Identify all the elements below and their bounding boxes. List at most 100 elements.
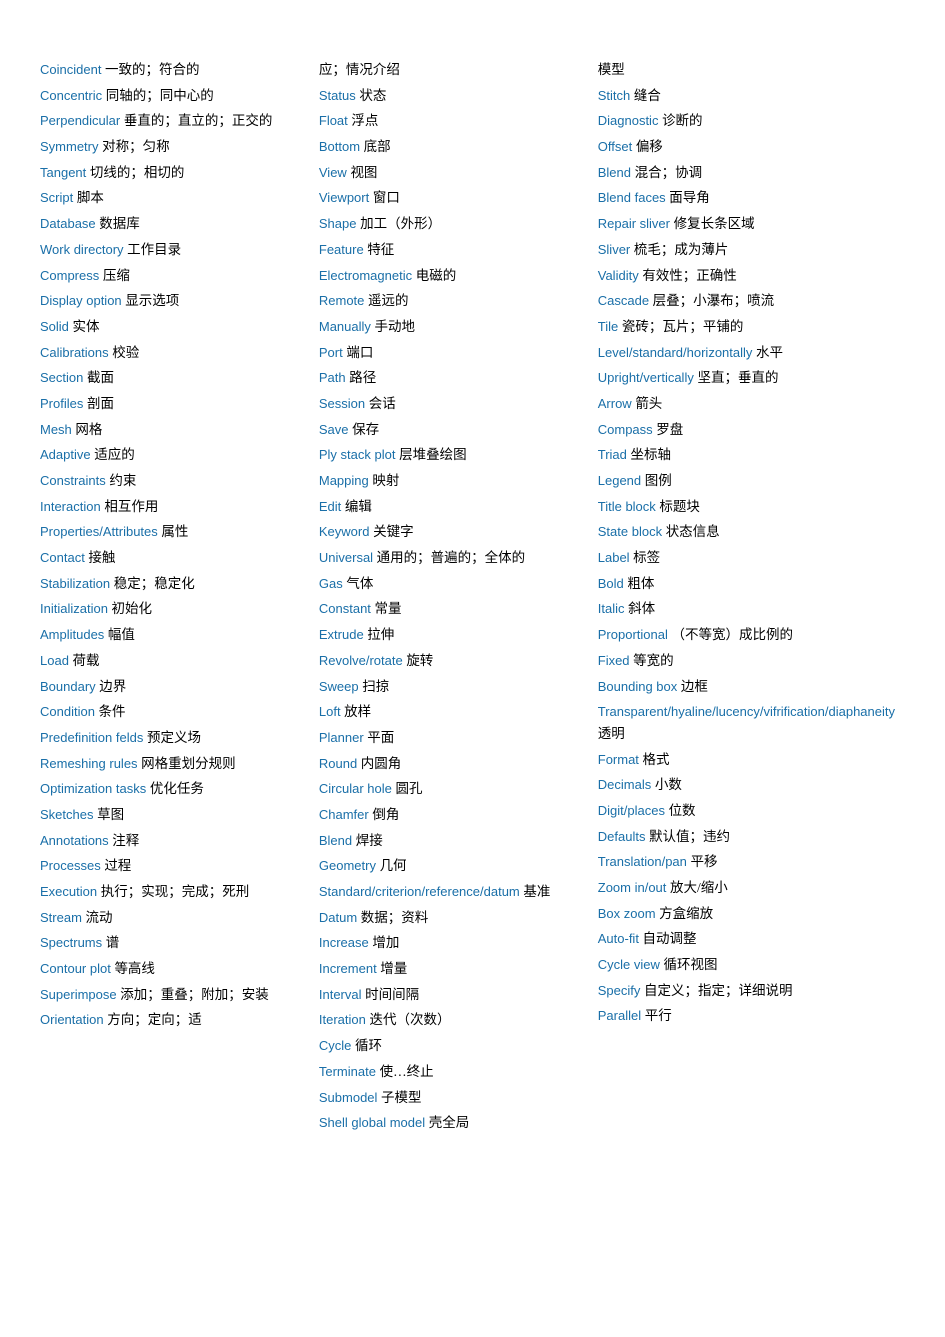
english-term: Superimpose — [40, 987, 120, 1002]
list-item: Execution 执行；实现；完成；死刑 — [40, 882, 309, 904]
list-item: Repair sliver 修复长条区域 — [598, 214, 895, 236]
chinese-translation: 映射 — [372, 473, 399, 488]
column-3: 模型Stitch 缝合Diagnostic 诊断的Offset 偏移Blend … — [598, 60, 905, 1139]
chinese-translation: 幅值 — [108, 627, 135, 642]
english-term: Stabilization — [40, 576, 114, 591]
english-term: Defaults — [598, 829, 649, 844]
english-term: Blend faces — [598, 190, 670, 205]
list-item: Blend faces 面导角 — [598, 188, 895, 210]
english-term: Gas — [319, 576, 346, 591]
list-item: Planner 平面 — [319, 728, 588, 750]
list-item: Zoom in/out 放大/缩小 — [598, 878, 895, 900]
english-term: Repair sliver — [598, 216, 674, 231]
english-term: Manually — [319, 319, 375, 334]
english-term: Offset — [598, 139, 636, 154]
english-term: Bold — [598, 576, 628, 591]
chinese-translation: 稳定；稳定化 — [114, 576, 195, 591]
chinese-translation: 坐标轴 — [631, 447, 672, 462]
chinese-translation: 保存 — [352, 422, 379, 437]
list-item: Shape 加工（外形） — [319, 214, 588, 236]
english-term: Auto-fit — [598, 931, 643, 946]
chinese-text: 应；情况介绍 — [319, 62, 400, 77]
list-item: Boundary 边界 — [40, 677, 309, 699]
english-term: Remeshing rules — [40, 756, 141, 771]
chinese-translation: 通用的；普遍的；全体的 — [377, 550, 526, 565]
list-item: 模型 — [598, 60, 895, 82]
english-term: Stitch — [598, 88, 634, 103]
chinese-translation: 特征 — [367, 242, 394, 257]
main-content: Coincident 一致的；符合的Concentric 同轴的；同中心的Per… — [0, 0, 945, 1179]
english-term: Work directory — [40, 242, 127, 257]
english-term: Round — [319, 756, 361, 771]
english-term: Triad — [598, 447, 631, 462]
chinese-translation: 边框 — [681, 679, 708, 694]
list-item: Load 荷载 — [40, 651, 309, 673]
english-term: Datum — [319, 910, 361, 925]
chinese-translation: 路径 — [349, 370, 376, 385]
english-term: Shell global model — [319, 1115, 429, 1130]
chinese-translation: 透明 — [598, 726, 625, 741]
chinese-translation: 状态信息 — [666, 524, 720, 539]
list-item: Blend 焊接 — [319, 831, 588, 853]
chinese-translation: 底部 — [364, 139, 391, 154]
chinese-translation: 一致的；符合的 — [105, 62, 200, 77]
chinese-translation: 荷载 — [73, 653, 100, 668]
english-term: Submodel — [319, 1090, 381, 1105]
chinese-translation: 层堆叠绘图 — [399, 447, 467, 462]
chinese-translation: 放大/缩小 — [670, 880, 728, 895]
english-term: Loft — [319, 704, 344, 719]
list-item: Revolve/rotate 旋转 — [319, 651, 588, 673]
english-term: Spectrums — [40, 935, 106, 950]
chinese-translation: 循环视图 — [664, 957, 718, 972]
english-term: Bounding box — [598, 679, 681, 694]
list-item: Decimals 小数 — [598, 775, 895, 797]
english-term: Stream — [40, 910, 86, 925]
english-term: Display option — [40, 293, 125, 308]
list-item: Iteration 迭代（次数） — [319, 1010, 588, 1032]
chinese-translation: 罗盘 — [656, 422, 683, 437]
english-term: Planner — [319, 730, 367, 745]
chinese-translation: 初始化 — [112, 601, 153, 616]
list-item: Extrude 拉伸 — [319, 625, 588, 647]
list-item: Stream 流动 — [40, 908, 309, 930]
english-term: Status — [319, 88, 359, 103]
english-term: Boundary — [40, 679, 99, 694]
english-term: Proportional — [598, 627, 672, 642]
english-term: Feature — [319, 242, 367, 257]
list-item: Optimization tasks 优化任务 — [40, 779, 309, 801]
chinese-translation: 修复长条区域 — [674, 216, 755, 231]
chinese-translation: 气体 — [346, 576, 373, 591]
list-item: View 视图 — [319, 163, 588, 185]
list-item: Initialization 初始化 — [40, 599, 309, 621]
chinese-translation: 会话 — [369, 396, 396, 411]
list-item: Profiles 剖面 — [40, 394, 309, 416]
list-item: Orientation 方向；定向；适 — [40, 1010, 309, 1032]
list-item: Universal 通用的；普遍的；全体的 — [319, 548, 588, 570]
list-item: Digit/places 位数 — [598, 801, 895, 823]
list-item: State block 状态信息 — [598, 522, 895, 544]
chinese-translation: 增加 — [372, 935, 399, 950]
list-item: Tangent 切线的；相切的 — [40, 163, 309, 185]
chinese-translation: 浮点 — [351, 113, 378, 128]
english-term: Load — [40, 653, 73, 668]
chinese-translation: 放样 — [344, 704, 371, 719]
chinese-translation: 添加；重叠；附加；安装 — [120, 987, 269, 1002]
english-term: Iteration — [319, 1012, 370, 1027]
english-term: Increase — [319, 935, 372, 950]
english-term: Solid — [40, 319, 73, 334]
list-item: Manually 手动地 — [319, 317, 588, 339]
chinese-translation: 网格重划分规则 — [141, 756, 236, 771]
list-item: Predefinition felds 预定义场 — [40, 728, 309, 750]
chinese-translation: 手动地 — [375, 319, 416, 334]
english-term: Electromagnetic — [319, 268, 416, 283]
english-term: Bottom — [319, 139, 364, 154]
english-term: Digit/places — [598, 803, 669, 818]
english-term: Execution — [40, 884, 101, 899]
english-term: Constant — [319, 601, 375, 616]
english-term: Increment — [319, 961, 380, 976]
list-item: Amplitudes 幅值 — [40, 625, 309, 647]
english-term: Ply stack plot — [319, 447, 399, 462]
list-item: Path 路径 — [319, 368, 588, 390]
chinese-translation: 圆孔 — [395, 781, 422, 796]
english-term: Terminate — [319, 1064, 380, 1079]
